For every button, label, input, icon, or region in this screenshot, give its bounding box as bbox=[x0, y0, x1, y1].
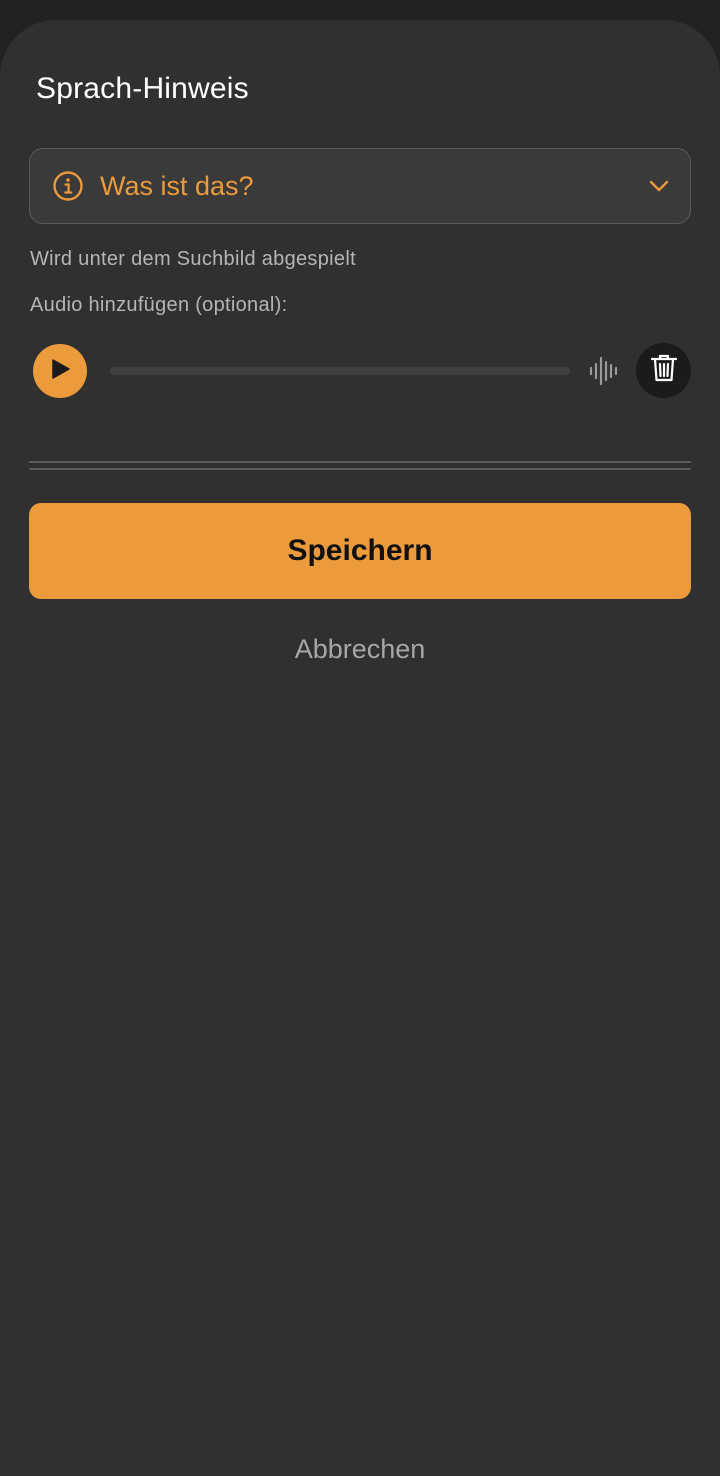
save-button[interactable]: Speichern bbox=[29, 503, 691, 599]
audio-label: Audio hinzufügen (optional): bbox=[30, 294, 288, 316]
helper-text: Wird unter dem Suchbild abgespielt bbox=[30, 248, 356, 270]
audio-progress-bar[interactable] bbox=[110, 367, 570, 375]
divider bbox=[29, 468, 691, 470]
sheet-title: Sprach-Hinweis bbox=[36, 72, 249, 105]
hint-type-dropdown[interactable]: Was ist das? bbox=[29, 148, 691, 224]
trash-icon bbox=[650, 353, 678, 388]
waveform-icon bbox=[588, 353, 620, 389]
play-icon bbox=[49, 358, 71, 385]
info-icon bbox=[52, 170, 84, 202]
chevron-down-icon bbox=[648, 175, 670, 197]
bottom-sheet: Sprach-Hinweis Was ist das? Wird unter d… bbox=[0, 20, 720, 1476]
play-button[interactable] bbox=[33, 344, 87, 398]
cancel-button[interactable]: Abbrechen bbox=[0, 634, 720, 665]
dropdown-selected-value: Was ist das? bbox=[100, 170, 254, 201]
divider bbox=[29, 461, 691, 463]
delete-audio-button[interactable] bbox=[636, 343, 691, 398]
